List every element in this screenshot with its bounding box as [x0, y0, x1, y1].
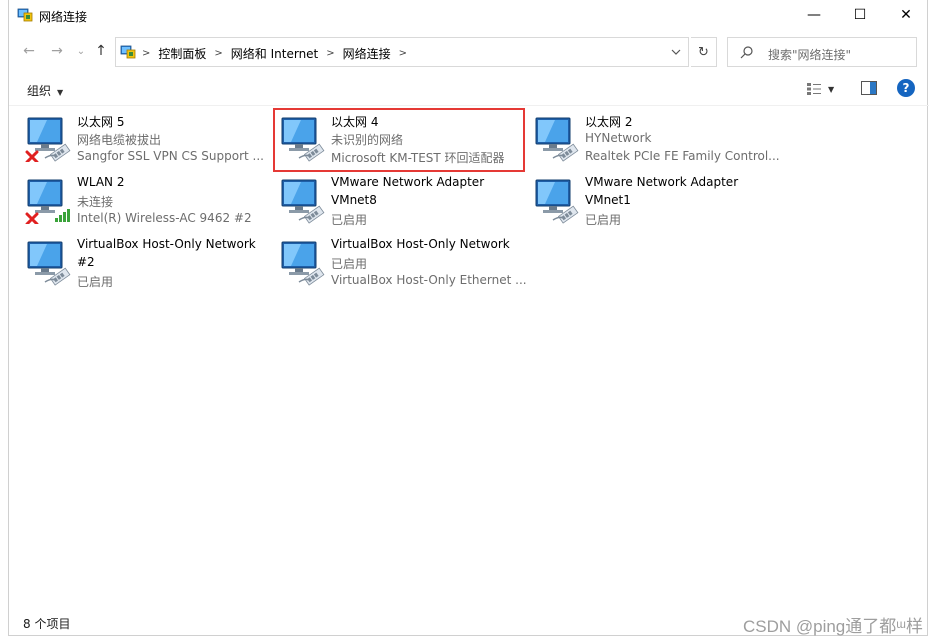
breadcrumb: > 控制面板 > 网络和 Internet > 网络连接 > — [142, 45, 415, 62]
ethernet-adapter-icon — [535, 117, 579, 162]
connection-device: 已启用 — [77, 275, 114, 289]
watermark-text: CSDN @ping通了都ᵚ样 — [742, 617, 923, 636]
view-list-icon — [807, 83, 821, 95]
search-icon — [740, 46, 753, 59]
ethernet-adapter-icon — [25, 117, 71, 162]
connection-status: 已启用 — [331, 257, 368, 271]
search-box[interactable]: 搜索"网络连接" — [727, 37, 917, 67]
connection-item[interactable]: VMware Network Adapter VMnet8 已启用 — [275, 172, 523, 232]
window-title: 网络连接 — [39, 10, 88, 24]
refresh-button[interactable]: ↻ — [691, 37, 717, 67]
ethernet-adapter-icon — [281, 117, 325, 162]
connection-name: 以太网 2 — [585, 115, 633, 129]
address-bar[interactable]: > 控制面板 > 网络和 Internet > 网络连接 > — [115, 37, 689, 67]
caret-down-icon: ▼ — [828, 84, 835, 94]
navigation-bar: ← → ⌄ ↑ > 控制面板 > 网络和 Internet > 网络连接 > ↻… — [9, 34, 929, 68]
connection-status: VMnet8 — [331, 193, 377, 207]
connection-device: Microsoft KM-TEST 环回适配器 — [331, 151, 505, 165]
connection-status: 未识别的网络 — [331, 133, 404, 147]
connection-status: HYNetwork — [585, 131, 652, 145]
breadcrumb-control-panel[interactable]: 控制面板 — [158, 45, 206, 62]
connection-item[interactable]: 以太网 5 网络电缆被拔出 Sangfor SSL VPN CS Support .… — [21, 110, 269, 170]
explorer-window: 网络连接 — ☐ ✕ ← → ⌄ ↑ > 控制面板 > 网络和 Internet… — [8, 0, 929, 636]
close-button[interactable]: ✕ — [883, 0, 929, 30]
recent-locations-button[interactable]: ⌄ — [71, 42, 91, 60]
connection-item[interactable]: VMware Network Adapter VMnet1 已启用 — [529, 172, 777, 232]
command-bar: 组织 ▼ ▼ ? — [9, 72, 929, 106]
connection-name: VMware Network Adapter — [331, 175, 485, 189]
connections-list: 以太网 5 网络电缆被拔出 Sangfor SSL VPN CS Support .… — [9, 107, 929, 607]
back-button[interactable]: ← — [19, 42, 39, 60]
caret-down-icon: ▼ — [57, 88, 64, 97]
connection-name: VirtualBox Host-Only Network — [77, 237, 256, 251]
connection-device: Sangfor SSL VPN CS Support ... — [77, 149, 264, 163]
ethernet-adapter-icon — [535, 179, 579, 224]
ethernet-adapter-icon — [281, 179, 325, 224]
chevron-down-icon[interactable] — [670, 46, 682, 58]
organize-button[interactable]: 组织 ▼ — [27, 82, 63, 99]
connection-item[interactable]: VirtualBox Host-Only Network #2 已启用 — [21, 234, 269, 294]
status-bar: 8 个项目 CSDN @ping通了都ᵚ样 — [9, 608, 929, 636]
ethernet-adapter-icon — [27, 241, 71, 286]
connection-item[interactable]: WLAN 2 未连接 Intel(R) Wireless-AC 9462 #2 — [21, 172, 269, 232]
chevron-right-icon[interactable]: > — [399, 48, 407, 59]
breadcrumb-network-connections[interactable]: 网络连接 — [343, 45, 391, 62]
wifi-adapter-icon — [25, 179, 70, 224]
connection-status: #2 — [77, 255, 95, 269]
chevron-right-icon[interactable]: > — [214, 48, 222, 59]
title-bar: 网络连接 — ☐ ✕ — [9, 0, 929, 32]
organize-label: 组织 — [27, 84, 52, 98]
connection-item[interactable]: 以太网 4 未识别的网络 Microsoft KM-TEST 环回适配器 — [273, 108, 525, 172]
search-input[interactable]: 搜索"网络连接" — [768, 46, 851, 63]
connection-item[interactable]: VirtualBox Host-Only Network 已启用 VirtualBo… — [275, 234, 527, 294]
minimize-button[interactable]: — — [791, 0, 837, 30]
connection-status: 未连接 — [77, 195, 114, 209]
ethernet-adapter-icon — [281, 241, 325, 286]
help-button[interactable]: ? — [897, 79, 915, 97]
chevron-right-icon[interactable]: > — [326, 48, 334, 59]
connection-name: WLAN 2 — [77, 175, 125, 189]
up-button[interactable]: ↑ — [91, 42, 111, 60]
connection-device: Realtek PCIe FE Family Control... — [585, 149, 780, 163]
breadcrumb-network-internet[interactable]: 网络和 Internet — [231, 45, 318, 62]
connection-device: VirtualBox Host-Only Ethernet ... — [331, 273, 527, 287]
connection-name: 以太网 5 — [77, 115, 125, 129]
change-view-button[interactable]: ▼ — [806, 80, 842, 98]
chevron-right-icon[interactable]: > — [142, 48, 150, 59]
forward-button[interactable]: → — [47, 42, 67, 60]
connection-status: 网络电缆被拔出 — [77, 133, 162, 147]
connection-item[interactable]: 以太网 2 HYNetwork Realtek PCIe FE Family Con… — [529, 110, 780, 170]
connection-device: 已启用 — [585, 213, 622, 227]
connection-device: 已启用 — [331, 213, 368, 227]
connection-device: Intel(R) Wireless-AC 9462 #2 — [77, 211, 252, 225]
connection-status: VMnet1 — [585, 193, 631, 207]
preview-pane-icon[interactable] — [861, 81, 877, 95]
maximize-button[interactable]: ☐ — [837, 0, 883, 30]
connection-name: VMware Network Adapter — [585, 175, 739, 189]
network-connections-icon — [17, 8, 33, 22]
control-panel-icon — [120, 45, 136, 59]
connection-name: VirtualBox Host-Only Network — [331, 237, 510, 251]
connection-name: 以太网 4 — [331, 115, 379, 129]
item-count: 8 个项目 — [23, 617, 71, 631]
